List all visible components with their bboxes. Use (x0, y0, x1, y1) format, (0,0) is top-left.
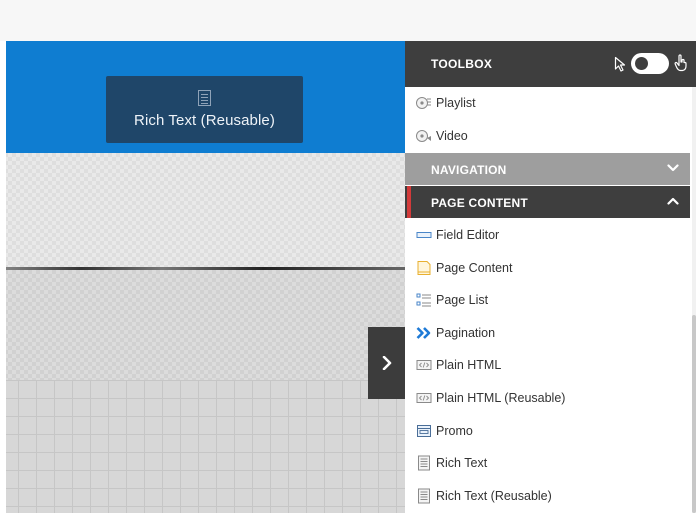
html-icon (416, 357, 432, 373)
drag-preview-label: Rich Text (Reusable) (134, 112, 275, 129)
canvas-edge (0, 41, 6, 513)
toolbox-header: TOOLBOX (405, 41, 696, 87)
app-root: Rich Text (Reusable) TOOLBOX Playlist Vi… (0, 0, 696, 513)
toolbox-panel: TOOLBOX Playlist Video NAVIGATION PAGE C… (405, 41, 696, 513)
toolbox-item-promo[interactable]: Promo (405, 415, 690, 447)
toggle-knob (635, 57, 648, 70)
toolbox-item-label: Page List (436, 293, 489, 307)
toolbox-item-label: Pagination (436, 326, 496, 340)
rich-text-icon (198, 90, 211, 106)
category-page-content[interactable]: PAGE CONTENT (405, 186, 690, 218)
playlist-icon (416, 95, 432, 111)
field-editor-icon (416, 227, 432, 243)
drag-preview-tile[interactable]: Rich Text (Reusable) (106, 76, 303, 143)
toolbox-title: TOOLBOX (431, 57, 493, 71)
toolbox-item-label: Plain HTML (Reusable) (436, 391, 566, 405)
video-icon (416, 128, 432, 144)
drop-zone-lower[interactable] (0, 270, 405, 380)
top-bar (0, 0, 696, 41)
toolbox-item-video[interactable]: Video (405, 120, 690, 152)
toolbox-item-label: Playlist (436, 96, 476, 110)
pagination-icon (416, 325, 432, 341)
toolbox-item-plain-html[interactable]: Plain HTML (405, 349, 690, 381)
category-label: NAVIGATION (431, 163, 507, 177)
grid-area[interactable] (0, 380, 405, 513)
toolbox-item-field-editor[interactable]: Field Editor (405, 219, 690, 251)
toolbox-item-label: Video (436, 129, 468, 143)
toolbox-item-page-content[interactable]: Page Content (405, 252, 690, 284)
toolbox-item-label: Page Content (436, 261, 513, 275)
hand-pointer-icon[interactable] (673, 54, 689, 72)
toolbox-item-page-list[interactable]: Page List (405, 284, 690, 316)
chevron-right-icon (382, 356, 391, 370)
drop-zone-upper[interactable] (0, 153, 405, 268)
toolbox-item-playlist[interactable]: Playlist (405, 87, 690, 119)
cursor-arrow-icon[interactable] (614, 56, 626, 72)
category-navigation[interactable]: NAVIGATION (405, 153, 690, 185)
chevron-down-icon (667, 164, 679, 172)
scrollbar-thumb[interactable] (692, 315, 696, 513)
toolbox-item-plain-html-reusable[interactable]: Plain HTML (Reusable) (405, 382, 690, 414)
chevron-up-icon (667, 197, 679, 205)
toolbox-item-rich-text[interactable]: Rich Text (405, 447, 690, 479)
toolbox-item-pagination[interactable]: Pagination (405, 317, 690, 349)
toolbox-item-label: Field Editor (436, 228, 500, 242)
toolbox-list: Playlist Video NAVIGATION PAGE CONTENT F… (405, 87, 696, 513)
active-category-accent (407, 186, 411, 218)
collapse-toolbox-button[interactable] (368, 327, 405, 399)
page-list-icon (416, 292, 432, 308)
category-label: PAGE CONTENT (431, 196, 528, 210)
toolbox-item-label: Plain HTML (436, 358, 502, 372)
html-icon (416, 390, 432, 406)
page-content-icon (416, 260, 432, 276)
toolbox-item-label: Promo (436, 424, 473, 438)
toolbox-item-label: Rich Text (436, 456, 488, 470)
toolbox-item-rich-text-reusable[interactable]: Rich Text (Reusable) (405, 480, 690, 512)
rich-text-icon (416, 455, 432, 471)
toolbox-item-label: Rich Text (Reusable) (436, 489, 552, 503)
promo-icon (416, 423, 432, 439)
rich-text-icon (416, 488, 432, 504)
mode-toggle[interactable] (631, 53, 669, 74)
